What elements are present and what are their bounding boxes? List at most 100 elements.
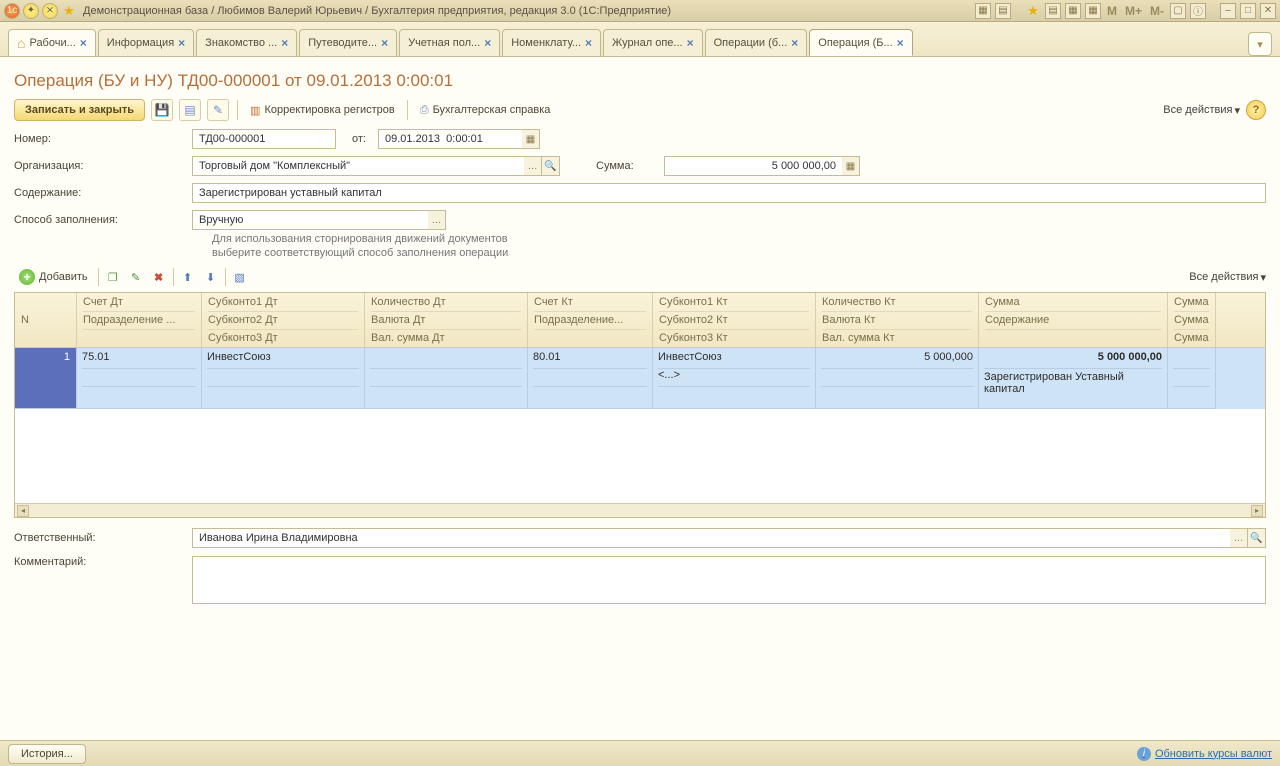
col-n[interactable]: N [15,293,77,347]
comment-field[interactable] [192,556,1266,604]
maximize-icon[interactable]: □ [1240,3,1256,19]
scroll-right-icon[interactable]: ▸ [1251,505,1263,517]
tab-nomenclature[interactable]: Номенклату... × [502,29,601,56]
org-field[interactable] [192,156,524,176]
select-icon[interactable]: … [524,156,542,176]
calendar-icon[interactable]: ▦ [522,129,540,149]
nav-fwd-icon[interactable]: ⨯ [42,3,58,19]
close-icon[interactable]: × [687,36,694,50]
cell-sum2[interactable] [1168,348,1216,409]
write-and-close-button[interactable]: Записать и закрыть [14,99,145,121]
cell-sub-kt[interactable]: ИнвестСоюз <...> [653,348,816,409]
tab-journal[interactable]: Журнал опе... × [603,29,703,56]
close-icon[interactable]: × [585,36,592,50]
tb-star-icon[interactable]: ★ [1025,3,1041,19]
tab-workspace[interactable]: ⌂ Рабочи... × [8,29,96,56]
close-window-icon[interactable]: ✕ [1260,3,1276,19]
calculator-icon[interactable]: ▦ [1065,3,1081,19]
tb-tool-2[interactable]: ▤ [995,3,1011,19]
cell-qty-dt[interactable] [365,348,528,409]
col-sub-dt[interactable]: Субконто1 Дт Субконто2 Дт Субконто3 Дт [202,293,365,347]
search-icon[interactable]: 🔍 [1248,528,1266,548]
grid: N Счет Дт Подразделение ... Субконто1 Дт… [14,292,1266,518]
cell-acc-kt[interactable]: 80.01 [528,348,653,409]
cell-sum[interactable]: 5 000 000,00 Зарегистрирован Уставный ка… [979,348,1168,409]
tb-tool-4[interactable]: ▢ [1170,3,1186,19]
minimize-icon[interactable]: – [1220,3,1236,19]
mem-mminus[interactable]: M- [1148,4,1166,18]
adjust-registers-icon: ▥ [250,104,260,117]
content-field[interactable] [192,183,1266,203]
tabs-overflow-button[interactable]: ▾ [1248,32,1272,56]
comment-label: Комментарий: [14,556,184,568]
close-icon[interactable]: × [381,36,388,50]
col-acc-kt[interactable]: Счет Кт Подразделение... [528,293,653,347]
tab-acct-policy[interactable]: Учетная пол... × [399,29,500,56]
close-icon[interactable]: × [484,36,491,50]
cell-sub-dt[interactable]: ИнвестСоюз [202,348,365,409]
history-button[interactable]: История... [8,744,86,764]
calendar-icon[interactable]: ▦ [1085,3,1101,19]
move-down-icon[interactable]: ⬇ [202,268,220,286]
tb-tool-1[interactable]: ▦ [975,3,991,19]
grid-body[interactable]: 1 75.01 ИнвестСоюз 80.01 ИнвестСоюз [15,348,1265,503]
close-icon[interactable]: × [80,36,87,50]
close-icon[interactable]: × [791,36,798,50]
scroll-left-icon[interactable]: ◂ [17,505,29,517]
tab-operations-list[interactable]: Операции (б... × [705,29,808,56]
mem-m[interactable]: M [1105,4,1119,18]
info-icon: i [1137,747,1151,761]
number-field[interactable] [192,129,336,149]
col-sub-kt[interactable]: Субконто1 Кт Субконто2 Кт Субконто3 Кт [653,293,816,347]
tab-intro[interactable]: Знакомство ... × [196,29,297,56]
col-qty-dt[interactable]: Количество Дт Валюта Дт Вал. сумма Дт [365,293,528,347]
select-icon[interactable]: … [1230,528,1248,548]
fill-mode-field[interactable] [192,210,428,230]
nav-back-icon[interactable]: ✦ [23,3,39,19]
adjust-registers-button[interactable]: ▥ Корректировка регистров [246,101,399,120]
toggle-icon[interactable]: ▧ [231,268,249,286]
move-up-icon[interactable]: ⬆ [179,268,197,286]
titlebar: 1c ✦ ⨯ ★ Демонстрационная база / Любимов… [0,0,1280,22]
copy-row-icon[interactable]: ❐ [104,268,122,286]
tb-tool-3[interactable]: ▤ [1045,3,1061,19]
doc-icon[interactable]: ✎ [207,99,229,121]
favorite-icon[interactable]: ★ [61,3,77,19]
help-button[interactable]: ? [1246,100,1266,120]
tab-guide[interactable]: Путеводите... × [299,29,397,56]
date-field[interactable] [378,129,522,149]
save-icon[interactable]: 💾 [151,99,173,121]
col-sum2[interactable]: Сумма Сумма Сумма [1168,293,1216,347]
edit-row-icon[interactable]: ✎ [127,268,145,286]
table-row[interactable]: 1 75.01 ИнвестСоюз 80.01 ИнвестСоюз [15,348,1265,409]
col-acc-dt[interactable]: Счет Дт Подразделение ... [77,293,202,347]
fill-mode-hint: Для использования сторнирования движений… [212,232,1266,260]
col-sum[interactable]: Сумма Содержание [979,293,1168,347]
select-icon[interactable]: … [428,210,446,230]
all-actions-button[interactable]: Все действия ▾ [1163,104,1240,117]
grid-all-actions-button[interactable]: Все действия ▾ [1189,271,1266,284]
tab-operation[interactable]: Операция (Б... × [809,29,912,56]
close-icon[interactable]: × [281,36,288,50]
search-icon[interactable]: 🔍 [542,156,560,176]
cell-n: 1 [15,348,77,409]
update-rates-link[interactable]: i Обновить курсы валют [1137,747,1272,761]
tab-information[interactable]: Информация × [98,29,194,56]
list-icon[interactable]: ▤ [179,99,201,121]
calculator-icon[interactable]: ▦ [842,156,860,176]
sum-field[interactable] [664,156,842,176]
separator [225,268,226,286]
cell-qty-kt[interactable]: 5 000,000 [816,348,979,409]
cell-acc-dt[interactable]: 75.01 [77,348,202,409]
col-qty-kt[interactable]: Количество Кт Валюта Кт Вал. сумма Кт [816,293,979,347]
grid-scrollbar[interactable]: ◂ ▸ [15,503,1265,517]
delete-row-icon[interactable]: ✖ [150,268,168,286]
acc-note-button[interactable]: ⎙ Бухгалтерская справка [416,101,555,120]
add-row-button[interactable]: + Добавить [14,266,93,288]
mem-mplus[interactable]: M+ [1123,4,1144,18]
close-icon[interactable]: × [178,36,185,50]
tab-label: Путеводите... [308,37,377,49]
responsible-field[interactable] [192,528,1230,548]
close-icon[interactable]: × [897,36,904,50]
info-icon[interactable]: ⓘ [1190,3,1206,19]
